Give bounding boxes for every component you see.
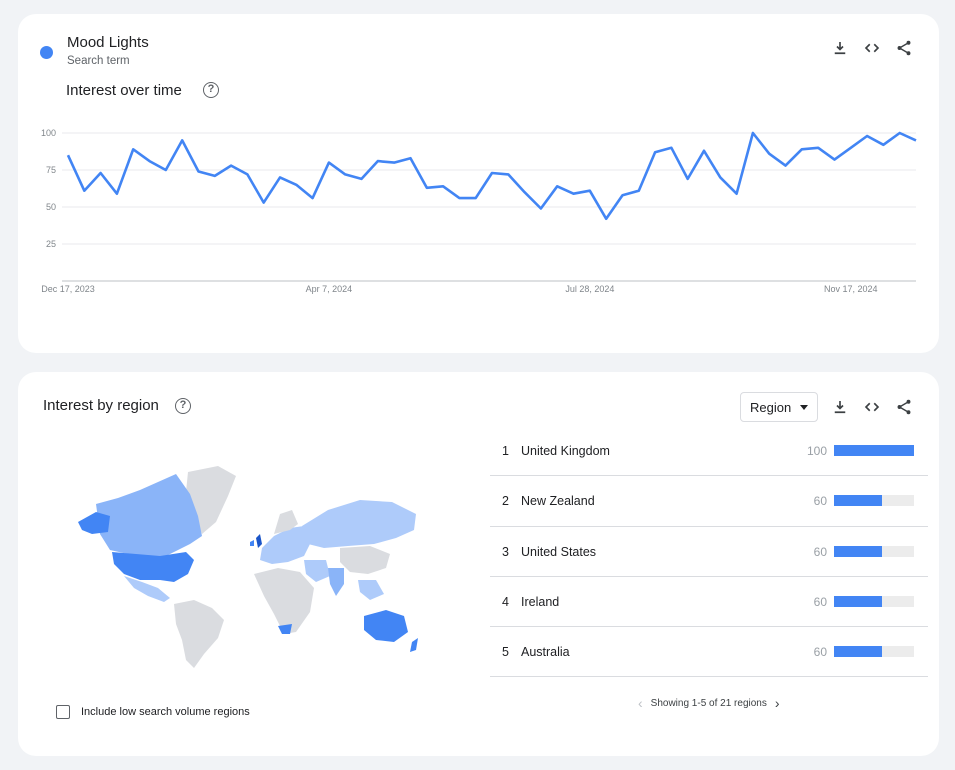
- rank-number: 1: [502, 444, 509, 458]
- region-value: 60: [813, 544, 827, 559]
- map-europe: [260, 526, 310, 564]
- low-volume-checkbox[interactable]: Include low search volume regions: [56, 705, 250, 719]
- interest-over-time-card: Mood Lights Search term Interest over ti…: [18, 14, 939, 353]
- y-tick-label: 50: [46, 202, 56, 212]
- rank-number: 3: [502, 544, 509, 559]
- list-item[interactable]: 1 United Kingdom 100: [490, 426, 928, 477]
- map-south-america: [174, 600, 224, 668]
- checkbox-icon[interactable]: [56, 705, 70, 719]
- embed-code-icon[interactable]: [861, 396, 883, 418]
- map-canada: [96, 474, 202, 556]
- value-bar-fill: [834, 445, 914, 456]
- map-china: [340, 546, 390, 574]
- region-value: 60: [813, 645, 827, 660]
- map-australia: [364, 610, 408, 642]
- region-value: 60: [813, 594, 827, 609]
- download-icon[interactable]: [829, 396, 851, 418]
- list-item[interactable]: 2 New Zealand 60: [490, 476, 928, 527]
- list-item[interactable]: 5 Australia 60: [490, 627, 928, 678]
- rank-number: 2: [502, 494, 509, 509]
- y-tick-label: 75: [46, 165, 56, 175]
- y-tick-label: 25: [46, 239, 56, 249]
- pagination-text: Showing 1-5 of 21 regions: [650, 697, 767, 709]
- list-item[interactable]: 3 United States 60: [490, 527, 928, 577]
- map-africa: [254, 568, 314, 634]
- x-tick-label: Nov 17, 2024: [824, 284, 878, 294]
- y-tick-label: 100: [41, 128, 56, 138]
- rank-number: 5: [502, 645, 509, 660]
- share-icon[interactable]: [893, 396, 915, 418]
- region-value: 60: [813, 494, 827, 509]
- map-united-kingdom: [256, 534, 262, 548]
- value-bar-fill: [834, 595, 882, 607]
- low-volume-label: Include low search volume regions: [81, 706, 250, 718]
- region-select[interactable]: Region: [740, 392, 818, 422]
- series-line: [66, 131, 917, 221]
- value-bar: [834, 445, 914, 456]
- list-item[interactable]: 4 Ireland 60: [490, 577, 928, 628]
- map-united-states: [112, 552, 194, 582]
- value-bar: [834, 646, 914, 658]
- chevron-left-icon[interactable]: ‹: [630, 695, 651, 711]
- value-bar: [834, 595, 914, 607]
- x-tick-label: Apr 7, 2024: [306, 284, 353, 294]
- region-name: New Zealand: [521, 494, 595, 509]
- x-tick-label: Dec 17, 2023: [41, 284, 95, 294]
- map-middle-east: [304, 560, 330, 582]
- region-select-label: Region: [750, 400, 792, 415]
- value-bar: [834, 495, 914, 507]
- chevron-down-icon: [800, 405, 808, 410]
- value-bar-fill: [834, 545, 882, 557]
- interest-over-time-chart: 100 75 50 25 Dec 17, 2023 Apr 7, 2024 Jul 28,…: [41, 128, 917, 294]
- map-india: [328, 568, 344, 596]
- region-name: United Kingdom: [521, 444, 610, 458]
- region-name: United States: [521, 544, 597, 559]
- map-new-zealand: [410, 638, 418, 652]
- value-bar-fill: [834, 495, 882, 507]
- world-map[interactable]: [78, 464, 418, 670]
- map-alaska: [78, 512, 110, 534]
- region-name: Australia: [521, 645, 570, 660]
- interest-by-region-title: Interest by region: [43, 397, 159, 414]
- region-value: 100: [806, 444, 827, 458]
- map-ireland: [250, 540, 254, 546]
- interest-by-region-card: Interest by region ? Region Include low …: [18, 372, 939, 756]
- pagination: ‹ Showing 1-5 of 21 regions ›: [630, 695, 788, 711]
- chevron-right-icon[interactable]: ›: [767, 695, 788, 711]
- value-bar-fill: [834, 646, 882, 658]
- rank-number: 4: [502, 594, 509, 609]
- value-bar: [834, 545, 914, 557]
- map-southeast-asia: [358, 580, 384, 600]
- x-tick-label: Jul 28, 2024: [565, 284, 614, 294]
- map-russia: [302, 500, 416, 548]
- region-name: Ireland: [521, 594, 560, 609]
- region-rank-list: 1 United Kingdom 100 2 New Zealand 60 3 …: [490, 426, 928, 678]
- help-icon[interactable]: ?: [175, 398, 191, 414]
